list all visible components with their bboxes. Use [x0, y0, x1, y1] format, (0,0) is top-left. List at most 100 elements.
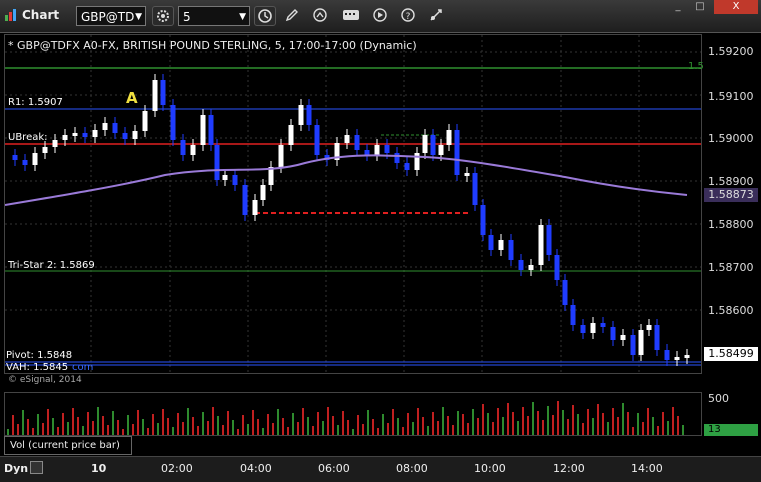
- candle-body: [654, 325, 660, 350]
- volume-bar: [632, 427, 634, 435]
- candle-body: [684, 355, 690, 358]
- gear-icon: [157, 10, 169, 22]
- candle-body: [620, 335, 626, 340]
- volume-bar: [162, 409, 164, 435]
- volume-bar: [87, 412, 89, 435]
- candle-body: [42, 147, 48, 153]
- price-tick: 1.59100: [708, 90, 754, 103]
- help-button[interactable]: ?: [398, 6, 420, 26]
- volume-bar: [287, 427, 289, 435]
- candle-body: [160, 80, 166, 105]
- candle-body: [214, 145, 220, 180]
- volume-bar: [567, 419, 569, 435]
- interval-clock-button[interactable]: [254, 6, 276, 26]
- volume-bar: [572, 405, 574, 435]
- volume-bar: [262, 428, 264, 435]
- volume-bar: [7, 429, 9, 435]
- volume-study-label[interactable]: Vol (current price bar): [4, 436, 132, 455]
- volume-bar: [597, 404, 599, 435]
- volume-bar: [272, 423, 274, 435]
- volume-bar: [157, 423, 159, 435]
- close-button[interactable]: X: [714, 0, 758, 14]
- chart-header: * GBP@TDFX A0-FX, BRITISH POUND STERLING…: [8, 39, 417, 52]
- volume-bar: [137, 410, 139, 435]
- volume-bar: [637, 413, 639, 435]
- volume-bar: [452, 425, 454, 435]
- volume-bar: [657, 426, 659, 435]
- volume-bar: [607, 422, 609, 435]
- candle-body: [306, 105, 312, 125]
- volume-bar: [232, 420, 234, 435]
- volume-bar: [432, 412, 434, 435]
- volume-bar: [442, 407, 444, 435]
- moving-average-line: [4, 154, 688, 206]
- volume-bar: [47, 409, 49, 435]
- candle-body: [488, 235, 494, 250]
- symbol-input[interactable]: GBP@TD ▼: [76, 6, 146, 26]
- volume-bar: [357, 415, 359, 435]
- candle-body: [102, 123, 108, 130]
- volume-bar: [587, 409, 589, 435]
- volume-bar: [372, 419, 374, 435]
- volume-bar: [517, 421, 519, 435]
- volume-bar: [267, 414, 269, 435]
- volume-bar: [477, 418, 479, 435]
- link-button[interactable]: [426, 6, 448, 26]
- volume-bar: [197, 426, 199, 435]
- volume-bar: [312, 426, 314, 435]
- candle-body: [610, 327, 616, 340]
- volume-bar: [182, 422, 184, 435]
- candle-body: [364, 150, 370, 155]
- volume-bar: [562, 410, 564, 435]
- volume-bar: [72, 408, 74, 435]
- candle-body: [200, 115, 206, 145]
- volume-bar: [172, 427, 174, 435]
- volume-bar: [337, 425, 339, 435]
- volume-bar: [112, 411, 114, 435]
- volume-bar: [457, 411, 459, 435]
- volume-bar: [342, 411, 344, 435]
- time-tick: 06:00: [318, 462, 350, 475]
- volume-tick: 500: [708, 392, 729, 405]
- current-price-tag: 1.58499: [704, 347, 758, 361]
- replay-button[interactable]: [370, 6, 392, 26]
- volume-bar: [557, 401, 559, 435]
- volume-bar: [212, 407, 214, 435]
- candle-body: [562, 280, 568, 305]
- volume-bar: [507, 403, 509, 435]
- price-axis[interactable]: 1.59200 1.59100 1.59000 1.58900 1.58800 …: [702, 34, 761, 374]
- ubreak-label: UBreak:: [8, 132, 48, 143]
- volume-bar: [92, 421, 94, 435]
- volume-bar: [67, 422, 69, 435]
- volume-bar: [117, 420, 119, 435]
- hot-keys-button[interactable]: [340, 6, 362, 26]
- volume-bar: [592, 418, 594, 435]
- volume-bar: [222, 425, 224, 435]
- price-tick: 1.58700: [708, 261, 754, 274]
- lock-icon[interactable]: [30, 461, 43, 474]
- time-axis[interactable]: Dyn 10 02:00 04:00 06:00 08:00 10:00 12:…: [0, 456, 761, 482]
- time-tick: 10: [91, 462, 107, 475]
- maximize-button[interactable]: □: [690, 0, 710, 14]
- candle-body: [438, 145, 444, 155]
- price-plot[interactable]: [4, 34, 702, 374]
- volume-bar: [237, 429, 239, 435]
- cursor-button[interactable]: [310, 6, 332, 26]
- volume-bars-canvas: [7, 401, 684, 435]
- volume-bar: [147, 428, 149, 435]
- volume-bar: [627, 412, 629, 435]
- symbol-settings-button[interactable]: [152, 6, 174, 26]
- volume-current-tag: 13: [704, 424, 758, 436]
- volume-bar: [552, 415, 554, 435]
- tristar-label: Tri-Star 2: 1.5869: [8, 260, 95, 271]
- price-tick: 1.59000: [708, 132, 754, 145]
- interval-select[interactable]: 5 ▼: [178, 6, 250, 26]
- candle-body: [232, 175, 238, 185]
- draw-button[interactable]: [282, 6, 304, 26]
- volume-bar: [427, 426, 429, 435]
- volume-bar: [77, 417, 79, 435]
- volume-pane[interactable]: [4, 392, 702, 436]
- volume-bar: [377, 428, 379, 435]
- minimize-button[interactable]: _: [668, 0, 688, 14]
- volume-bar: [52, 418, 54, 435]
